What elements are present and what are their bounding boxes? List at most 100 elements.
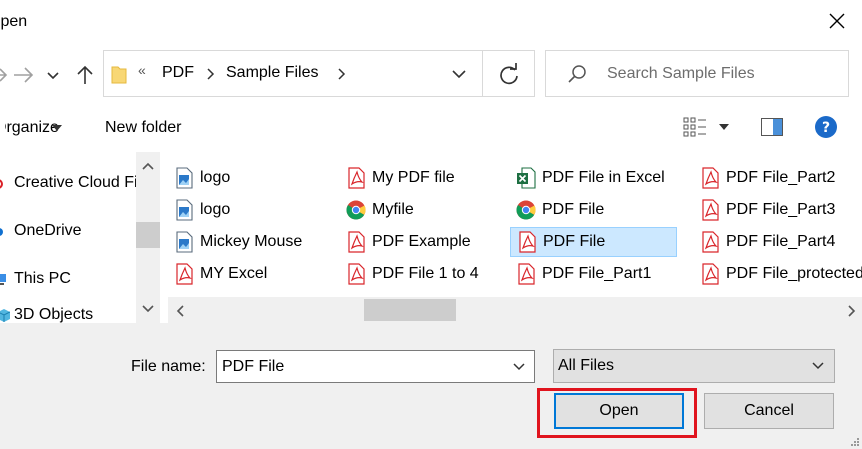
nav-item-onedrive[interactable]: OneDrive (0, 222, 82, 240)
file-name: PDF File (542, 201, 605, 218)
file-item[interactable]: PDF File_Part1 (510, 259, 651, 289)
file-name: PDF File_protected (726, 265, 862, 282)
chevron-right-icon[interactable] (204, 67, 216, 81)
help-icon[interactable]: ? (814, 115, 838, 139)
scroll-right-icon[interactable] (848, 305, 856, 317)
file-item[interactable]: PDF File_protected (694, 259, 862, 289)
pdf-icon (702, 263, 719, 285)
chevron-down-icon (812, 362, 824, 370)
chevron-down-icon[interactable] (44, 66, 62, 84)
pdf-icon (176, 263, 193, 285)
file-name: MY Excel (200, 265, 268, 282)
file-type-value: All Files (558, 357, 615, 374)
file-list: logo logo Mickey Mouse MY Excel My PDF file M… (168, 152, 862, 297)
close-icon[interactable] (826, 10, 848, 32)
file-item[interactable]: logo (168, 163, 230, 193)
search-icon (568, 65, 586, 83)
address-bar[interactable]: « PDF Sample Files (103, 50, 535, 97)
organize-button[interactable]: Organize (5, 119, 59, 137)
pdf-icon (518, 263, 535, 285)
file-name: logo (200, 201, 231, 218)
file-item[interactable]: PDF File_Part4 (694, 227, 835, 257)
refresh-icon[interactable] (496, 62, 522, 88)
file-name: Myfile (372, 201, 414, 218)
file-name: PDF File in Excel (542, 169, 665, 186)
svg-text:?: ? (822, 120, 830, 136)
search-input[interactable]: Search Sample Files (607, 65, 755, 83)
file-item[interactable]: PDF File (510, 227, 677, 257)
creative-cloud-icon (0, 179, 3, 189)
file-name: PDF File (543, 233, 606, 250)
file-item[interactable]: PDF File in Excel (510, 163, 665, 193)
pdf-icon (519, 231, 536, 253)
nav-item-label: 3D Objects (14, 306, 94, 323)
resize-grip-icon[interactable] (848, 437, 860, 447)
chevron-right-icon[interactable] (335, 67, 347, 81)
file-name: My PDF file (372, 169, 455, 186)
pdf-icon (702, 167, 719, 189)
file-item[interactable]: PDF File_Part3 (694, 195, 835, 225)
file-name-value: PDF File (222, 358, 285, 375)
new-folder-button[interactable]: New folder (105, 119, 181, 137)
image-file-icon (176, 231, 193, 253)
file-item[interactable]: Mickey Mouse (168, 227, 302, 257)
pdf-icon (348, 263, 365, 285)
file-name: PDF File_Part3 (726, 201, 836, 218)
scroll-left-icon[interactable] (176, 305, 184, 317)
nav-scrollbar[interactable] (136, 152, 160, 323)
nav-item-label: OneDrive (14, 222, 82, 239)
nav-item-3d-objects[interactable]: 3D Objects (0, 306, 93, 324)
file-type-select[interactable]: All Files (553, 349, 835, 383)
file-name: Mickey Mouse (200, 233, 303, 250)
cancel-button[interactable]: Cancel (704, 393, 834, 429)
3d-objects-icon (0, 309, 10, 322)
scroll-up-icon[interactable] (142, 162, 154, 170)
pdf-icon (702, 199, 719, 221)
file-item[interactable]: logo (168, 195, 230, 225)
preview-pane-icon[interactable] (760, 116, 784, 138)
file-name: logo (200, 169, 231, 186)
horizontal-scrollbar[interactable] (168, 297, 862, 323)
file-name-label: File name: (131, 358, 206, 375)
breadcrumb-pdf[interactable]: PDF (162, 64, 194, 82)
chrome-icon (346, 200, 366, 220)
divider (482, 51, 483, 96)
image-file-icon (176, 167, 193, 189)
forward-arrow-icon[interactable] (8, 64, 38, 86)
file-item[interactable]: PDF File_Part2 (694, 163, 835, 193)
chrome-icon (516, 200, 536, 220)
chevron-down-icon[interactable] (449, 65, 469, 83)
onedrive-icon (0, 228, 3, 236)
pdf-icon (348, 231, 365, 253)
scrollbar-thumb[interactable] (136, 222, 160, 248)
file-name: PDF File_Part2 (726, 169, 836, 186)
file-item[interactable]: PDF Example (340, 227, 471, 257)
file-item[interactable]: My PDF file (340, 163, 455, 193)
file-name: PDF Example (372, 233, 471, 250)
breadcrumb-overflow[interactable]: « (138, 62, 146, 78)
pdf-icon (702, 231, 719, 253)
file-item[interactable]: PDF File (510, 195, 604, 225)
this-pc-icon (0, 274, 6, 285)
folder-icon (111, 66, 127, 84)
caret-down-icon[interactable] (52, 125, 62, 131)
file-item[interactable]: MY Excel (168, 259, 267, 289)
nav-item-creative-cloud[interactable]: Creative Cloud Files (0, 174, 158, 192)
up-arrow-icon[interactable] (72, 62, 98, 88)
file-name: PDF File 1 to 4 (372, 265, 479, 282)
nav-item-this-pc[interactable]: This PC (0, 270, 71, 288)
view-options-icon[interactable] (682, 115, 708, 139)
file-name-input[interactable]: PDF File (216, 350, 535, 383)
caret-down-icon[interactable] (719, 124, 729, 130)
breadcrumb-sample-files[interactable]: Sample Files (226, 64, 318, 82)
file-item[interactable]: Myfile (340, 195, 414, 225)
window-title: Open (0, 13, 28, 30)
pdf-icon (348, 167, 365, 189)
chevron-down-icon[interactable] (513, 363, 525, 371)
scrollbar-thumb[interactable] (364, 299, 456, 321)
scroll-down-icon[interactable] (142, 305, 154, 313)
search-box[interactable]: Search Sample Files (545, 50, 849, 97)
open-button[interactable]: Open (554, 393, 684, 429)
image-file-icon (176, 199, 193, 221)
file-item[interactable]: PDF File 1 to 4 (340, 259, 479, 289)
